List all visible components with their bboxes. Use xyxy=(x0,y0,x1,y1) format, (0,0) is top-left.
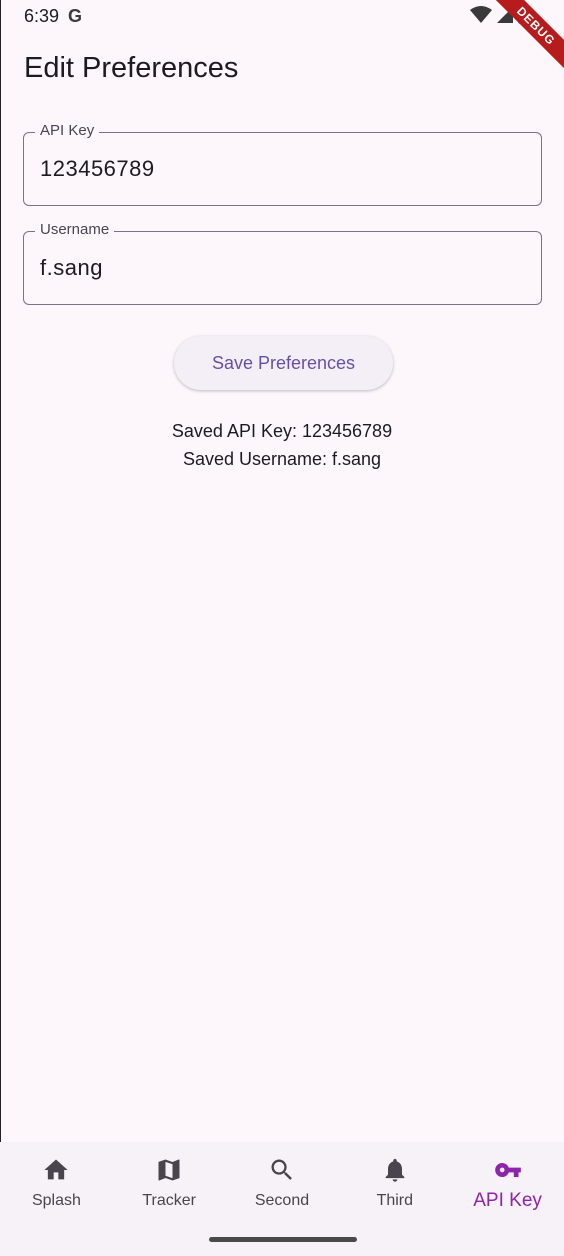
username-label: Username xyxy=(35,221,115,238)
api-key-input[interactable] xyxy=(40,156,520,182)
search-icon xyxy=(271,1159,292,1180)
map-icon xyxy=(158,1159,180,1181)
status-time: 6:39 xyxy=(24,6,60,26)
username-input[interactable] xyxy=(40,255,520,281)
save-preferences-button[interactable]: Save Preferences xyxy=(174,336,393,390)
window-edge xyxy=(0,0,1,1256)
page-title: Edit Preferences xyxy=(24,52,239,84)
key-icon xyxy=(494,1163,521,1177)
wifi-icon xyxy=(470,6,492,23)
username-field[interactable]: Username xyxy=(23,221,542,305)
nav-label-splash: Splash xyxy=(31,1192,81,1209)
api-key-field[interactable]: API Key xyxy=(23,122,542,206)
api-key-label: API Key xyxy=(35,122,100,139)
nav-label-tracker: Tracker xyxy=(142,1192,197,1209)
home-indicator[interactable] xyxy=(209,1237,357,1242)
nav-label-second: Second xyxy=(254,1192,310,1209)
google-icon: G xyxy=(68,6,83,26)
nav-item-splash[interactable]: Splash xyxy=(0,1142,113,1256)
home-icon xyxy=(44,1159,69,1180)
nav-item-api-key[interactable]: API Key xyxy=(451,1142,564,1256)
nav-label-third: Third xyxy=(376,1192,414,1209)
status-bar: 6:39 G DEBUG xyxy=(0,0,564,76)
bell-icon xyxy=(385,1158,405,1182)
nav-label-api-key: API Key xyxy=(473,1190,542,1211)
saved-username-text: Saved Username: f.sang xyxy=(182,449,382,469)
saved-api-key-text: Saved API Key: 123456789 xyxy=(171,421,393,441)
